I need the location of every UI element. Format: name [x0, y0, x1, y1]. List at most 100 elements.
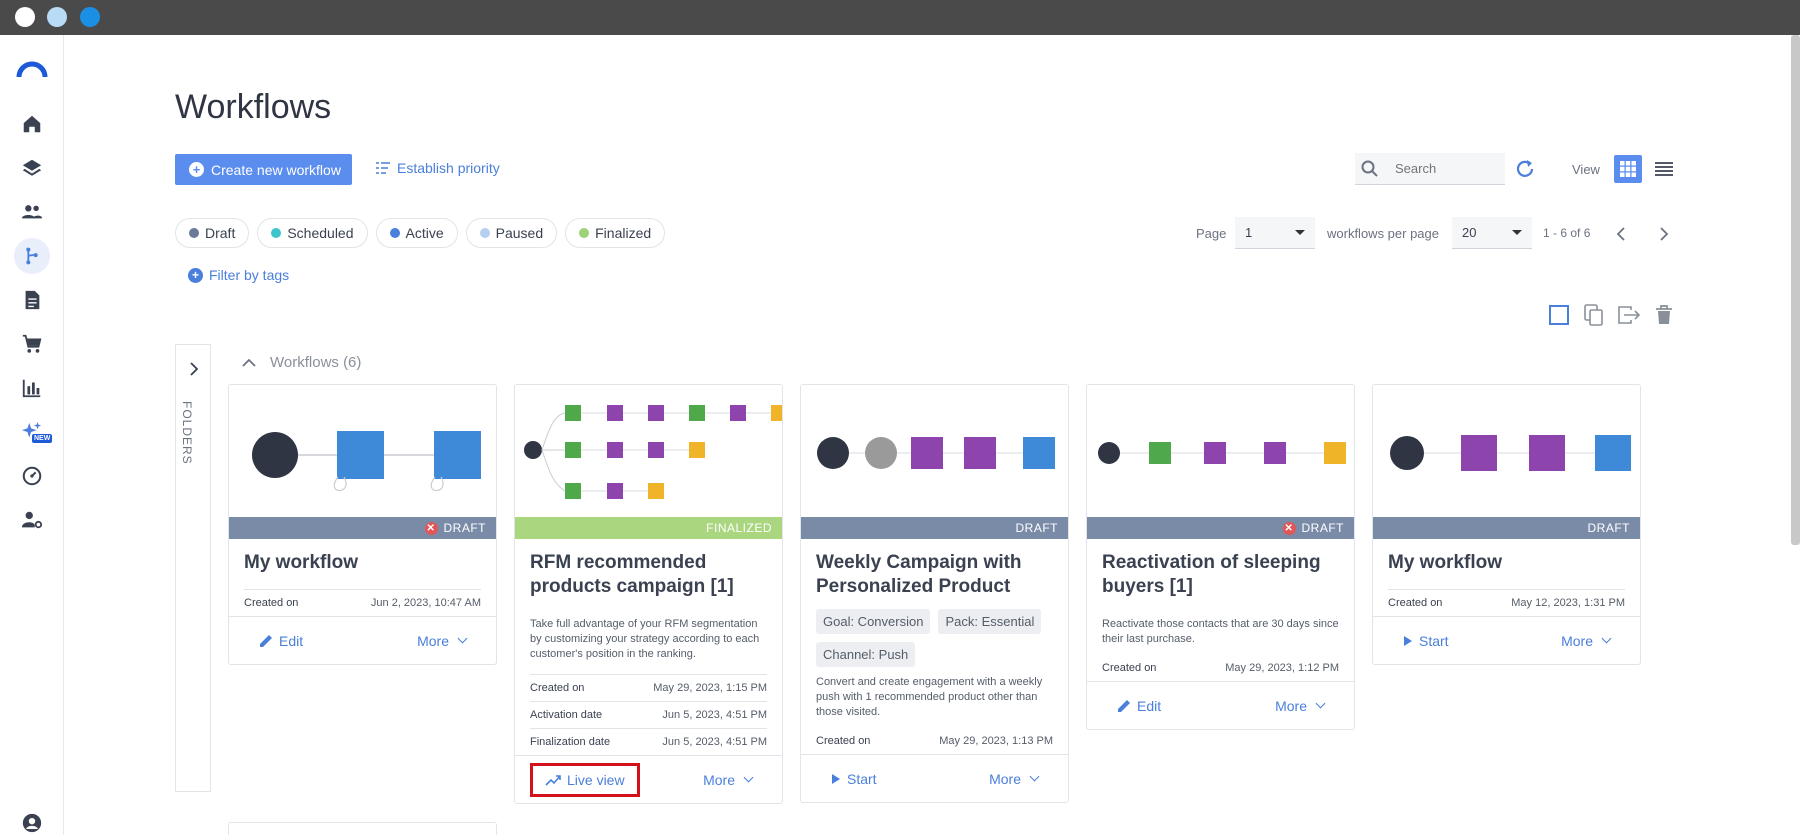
edit-button[interactable]: Edit: [259, 633, 303, 649]
workflow-preview: [515, 385, 782, 517]
page-label: Page: [1196, 226, 1227, 241]
search-input[interactable]: [1385, 161, 1495, 176]
chevron-left-icon: [1616, 227, 1625, 241]
filter-by-tags-label: Filter by tags: [209, 267, 290, 283]
more-label: More: [703, 771, 735, 788]
next-page-button[interactable]: [1654, 224, 1674, 244]
establish-priority-button[interactable]: Establish priority: [375, 160, 500, 176]
more-button[interactable]: More: [417, 633, 468, 649]
status-chip-active[interactable]: Active: [375, 218, 458, 248]
workflow-diagram: [1390, 435, 1631, 471]
workflow-card[interactable]: DRAFT My workflow Created on May 12, 202…: [1372, 384, 1641, 665]
sidebar-item-dashboard[interactable]: [14, 458, 50, 494]
meta-value: May 29, 2023, 1:12 PM: [1225, 662, 1339, 674]
status-chip-finalized[interactable]: Finalized: [565, 218, 666, 248]
chevron-down-icon: [1315, 698, 1326, 709]
workflow-card-partial[interactable]: [228, 822, 497, 835]
workflow-group-header[interactable]: Workflows (6): [242, 354, 361, 371]
start-button[interactable]: Start: [1403, 633, 1449, 649]
delete-button[interactable]: [1651, 302, 1677, 328]
workflow-diagram: [1098, 442, 1346, 464]
sidebar-item-home[interactable]: [14, 106, 50, 142]
more-button[interactable]: More: [1561, 632, 1612, 649]
meta-label: Created on: [816, 735, 871, 747]
meta-value: May 29, 2023, 1:15 PM: [653, 682, 767, 694]
page-select[interactable]: 1: [1235, 217, 1315, 249]
sidebar-item-contacts[interactable]: [14, 194, 50, 230]
start-button[interactable]: Start: [831, 771, 877, 787]
per-page-select[interactable]: 20: [1452, 217, 1532, 249]
more-button[interactable]: More: [703, 771, 754, 788]
more-label: More: [1561, 632, 1593, 649]
status-chip-paused[interactable]: Paused: [465, 218, 558, 248]
sidebar-item-workflows[interactable]: [14, 238, 50, 274]
status-dot: [479, 228, 490, 238]
create-workflow-button[interactable]: + Create new workflow: [175, 154, 352, 185]
edit-button[interactable]: Edit: [1117, 698, 1161, 714]
status-chip-scheduled[interactable]: Scheduled: [257, 218, 368, 248]
list-view-button[interactable]: [1650, 155, 1678, 183]
chevron-down-icon: [457, 633, 468, 644]
status-dot: [389, 228, 400, 238]
meta-row: Created on Jun 2, 2023, 10:47 AM: [244, 589, 481, 616]
grid-icon: [1620, 161, 1636, 177]
move-to-folder-button[interactable]: [1616, 302, 1642, 328]
sidebar-item-user-settings[interactable]: [14, 502, 50, 538]
chevron-down-icon: [743, 772, 754, 783]
analytics-icon: [22, 379, 41, 398]
sidebar-item-ai[interactable]: NEW: [14, 414, 53, 450]
meta-value: May 29, 2023, 1:13 PM: [939, 735, 1053, 747]
workflow-card[interactable]: ✕ DRAFT Reactivation of sleeping buyers …: [1086, 384, 1355, 730]
live-view-button[interactable]: Live view: [530, 762, 640, 797]
duplicate-button[interactable]: [1581, 302, 1607, 328]
status-label: FINALIZED: [706, 521, 772, 535]
plus-circle-icon: +: [188, 267, 203, 283]
chevron-right-icon[interactable]: [184, 359, 204, 379]
refresh-icon[interactable]: [1514, 158, 1536, 180]
view-label: View: [1572, 162, 1600, 177]
pencil-icon: [1118, 699, 1130, 712]
page-select-value: 1: [1245, 225, 1253, 240]
status-dot: [189, 228, 199, 238]
more-button[interactable]: More: [989, 771, 1040, 787]
maximize-window-dot[interactable]: [80, 7, 100, 27]
close-window-dot[interactable]: [15, 7, 35, 27]
workflow-diagram: [252, 431, 481, 491]
filter-by-tags-button[interactable]: + Filter by tags: [188, 267, 289, 283]
status-bar: DRAFT: [1373, 517, 1640, 539]
app-logo-icon[interactable]: [16, 55, 48, 87]
move-icon: [1618, 306, 1641, 324]
document-icon: [25, 290, 40, 310]
search-box[interactable]: [1355, 153, 1505, 185]
page-scrollbar[interactable]: [1791, 35, 1800, 545]
tag: Pack: Essential: [938, 609, 1042, 634]
meta-label: Created on: [1388, 597, 1443, 609]
status-dot: [271, 228, 282, 238]
sidebar-item-layers[interactable]: [14, 150, 50, 186]
workflow-card[interactable]: DRAFT Weekly Campaign with Personalized …: [800, 384, 1069, 803]
workflow-card[interactable]: ✕ DRAFT My workflow Created on Jun 2, 20…: [228, 384, 497, 665]
workflow-icon: [26, 247, 38, 265]
status-chip-draft[interactable]: Draft: [175, 218, 250, 248]
grid-view-button[interactable]: [1614, 155, 1642, 183]
sidebar-item-analytics[interactable]: [14, 370, 50, 406]
sidebar-item-documents[interactable]: [14, 282, 50, 318]
minimize-window-dot[interactable]: [47, 7, 67, 27]
meta-row: Created on May 12, 2023, 1:31 PM: [1388, 589, 1625, 616]
sidebar-item-ecommerce[interactable]: [14, 326, 50, 362]
workflow-diagram: [524, 405, 782, 499]
more-button[interactable]: More: [1275, 698, 1326, 714]
user-settings-icon: [21, 511, 43, 529]
meta-label: Activation date: [530, 709, 603, 721]
workflow-card[interactable]: FINALIZED RFM recommended products campa…: [514, 384, 783, 804]
chevron-right-icon: [1660, 227, 1669, 241]
trash-icon: [1656, 305, 1672, 324]
layers-icon: [22, 159, 42, 176]
sidebar-item-account[interactable]: [14, 805, 50, 835]
workflow-title: My workflow: [1388, 552, 1503, 573]
select-all-checkbox[interactable]: [1546, 302, 1572, 328]
folders-panel: FOLDERS: [175, 344, 211, 792]
workflow-preview: [1087, 385, 1354, 517]
status-label: DRAFT: [1301, 521, 1344, 535]
previous-page-button[interactable]: [1611, 224, 1631, 244]
